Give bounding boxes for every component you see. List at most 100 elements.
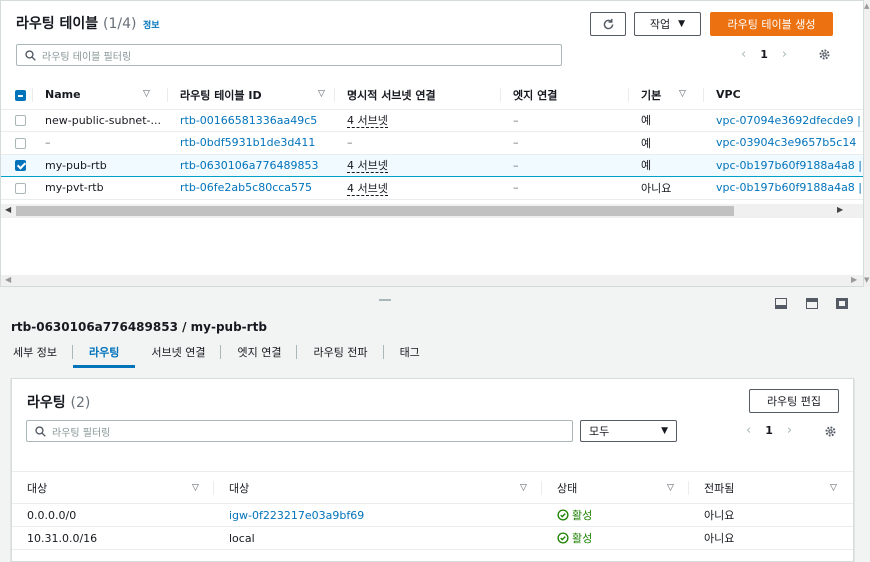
- routes-filter-input[interactable]: 라우팅 필터링: [26, 420, 573, 442]
- scroll-down-icon[interactable]: ▼: [864, 276, 869, 284]
- routes-table: 대상 ▽ 대상 ▽ 상태 ▽ 전파됨 ▽ 0.0.0.0/0 igw-0f223217e…: [12, 471, 853, 550]
- vpc-link[interactable]: vpc-0b197b60f9188a4a8 | r: [704, 176, 863, 200]
- caret-down-icon: ▼: [661, 426, 668, 436]
- row-name: –: [33, 131, 168, 155]
- column-header-edge[interactable]: 엣지 연결: [501, 81, 629, 110]
- table-row: 10.31.0.0/16 local 활성 아니요: [12, 526, 853, 550]
- page-number[interactable]: 1: [765, 424, 773, 437]
- sort-icon: ▽: [667, 483, 674, 493]
- column-header-subnets[interactable]: 명시적 서브넷 연결: [335, 81, 501, 110]
- row-checkbox[interactable]: [15, 137, 26, 149]
- row-name: my-pub-rtb: [33, 153, 168, 177]
- subnet-associations[interactable]: 4 서브넷: [347, 114, 388, 129]
- refresh-icon: [603, 18, 613, 29]
- route-table-id-link[interactable]: rtb-06fe2ab5c80cca575: [168, 176, 335, 200]
- routes-pagination: ‹ 1 ›: [746, 423, 792, 438]
- route-table-id-link[interactable]: rtb-00166581336aa49c5: [168, 109, 335, 132]
- actions-button[interactable]: 작업 ▼: [634, 12, 701, 36]
- refresh-button[interactable]: [590, 12, 626, 36]
- tab-route-propagation[interactable]: 라우팅 전파: [297, 340, 384, 368]
- route-destination: 10.31.0.0/16: [12, 526, 214, 550]
- sort-icon: ▽: [143, 89, 150, 99]
- scroll-left-icon[interactable]: ◀: [5, 205, 11, 214]
- tab-subnet-associations[interactable]: 서브넷 연결: [135, 340, 222, 368]
- route-propagated: 아니요: [689, 503, 853, 527]
- route-tables-panel: 라우팅 테이블 (1/4) 정보 작업 ▼ 라우팅 테이블 생성 라우팅 테이블…: [0, 0, 864, 287]
- search-icon: [35, 425, 46, 437]
- panel-horizontal-scrollbar[interactable]: ◀ ▶: [1, 275, 863, 286]
- column-header-vpc[interactable]: VPC: [704, 81, 863, 110]
- edit-routes-button[interactable]: 라우팅 편집: [749, 389, 839, 413]
- tab-edge-associations[interactable]: 엣지 연결: [221, 340, 298, 368]
- sort-icon: ▽: [520, 483, 527, 493]
- table-header: Name ▽ 라우팅 테이블 ID ▽ 명시적 서브넷 연결 엣지 연결 기본 ▽ V…: [1, 81, 863, 110]
- tab-details[interactable]: 세부 정보: [11, 340, 73, 368]
- route-target-link[interactable]: igw-0f223217e03a9bf69: [214, 503, 542, 527]
- table-row[interactable]: – rtb-0bdf5931b1de3d411 – – 예 vpc-03904c…: [1, 131, 863, 155]
- route-table-id-link[interactable]: rtb-0630106a776489853: [168, 153, 335, 177]
- table-header: 대상 ▽ 대상 ▽ 상태 ▽ 전파됨 ▽: [12, 471, 853, 504]
- vpc-link[interactable]: vpc-07094e3692dfecde9 | r: [704, 109, 863, 132]
- subnet-associations[interactable]: 4 서브넷: [347, 159, 388, 174]
- check-circle-icon: [557, 531, 569, 544]
- gear-icon[interactable]: [818, 48, 831, 61]
- sort-icon: ▽: [830, 483, 837, 493]
- column-header-propagated[interactable]: 전파됨 ▽: [689, 471, 853, 504]
- scroll-right-icon[interactable]: ▶: [837, 205, 843, 214]
- row-checkbox[interactable]: [15, 115, 26, 127]
- chevron-right-icon[interactable]: ›: [787, 423, 792, 438]
- select-all-checkbox[interactable]: [15, 89, 26, 101]
- row-name: new-public-subnet-...: [33, 109, 168, 132]
- route-propagated: 아니요: [689, 526, 853, 550]
- maximize-panel-icon[interactable]: [836, 298, 848, 309]
- detail-title: rtb-0630106a776489853 / my-pub-rtb: [11, 320, 267, 334]
- route-table-filter-input[interactable]: 라우팅 테이블 필터링: [16, 44, 562, 66]
- chevron-left-icon[interactable]: ‹: [746, 423, 751, 438]
- chevron-right-icon[interactable]: ›: [782, 47, 787, 62]
- routes-count: (2): [70, 395, 91, 411]
- column-header-id[interactable]: 라우팅 테이블 ID ▽: [168, 81, 335, 110]
- routes-panel: 라우팅 (2) 라우팅 편집 라우팅 필터링 모두 ▼ ‹ 1 › 대상 ▽ 대상…: [11, 378, 854, 562]
- sort-icon: ▽: [318, 89, 325, 99]
- row-checkbox[interactable]: [15, 182, 26, 194]
- route-filter-select[interactable]: 모두 ▼: [580, 420, 677, 442]
- main-flag: 예: [629, 153, 704, 177]
- scroll-up-icon[interactable]: ▲: [864, 2, 869, 10]
- column-header-target[interactable]: 대상 ▽: [214, 471, 542, 504]
- caret-down-icon: ▼: [678, 19, 686, 29]
- vpc-link[interactable]: vpc-03904c3e9657b5c14: [704, 131, 863, 155]
- route-tables-table: Name ▽ 라우팅 테이블 ID ▽ 명시적 서브넷 연결 엣지 연결 기본 ▽ V…: [1, 81, 863, 200]
- column-header-name[interactable]: Name ▽: [33, 81, 168, 110]
- check-circle-icon: [557, 508, 569, 521]
- split-bottom-icon[interactable]: [775, 298, 787, 309]
- table-row[interactable]: my-pvt-rtb rtb-06fe2ab5c80cca575 4 서브넷 –…: [1, 176, 863, 200]
- page-number[interactable]: 1: [760, 48, 768, 61]
- table-row-selected[interactable]: my-pub-rtb rtb-0630106a776489853 4 서브넷 –…: [1, 153, 863, 177]
- table-row[interactable]: new-public-subnet-... rtb-00166581336aa4…: [1, 109, 863, 132]
- edge-associations: –: [501, 109, 629, 132]
- tab-routes[interactable]: 라우팅: [72, 340, 136, 368]
- split-top-icon[interactable]: [806, 298, 818, 309]
- sort-icon: ▽: [679, 89, 686, 99]
- row-checkbox-checked[interactable]: [15, 160, 26, 172]
- table-row: 0.0.0.0/0 igw-0f223217e03a9bf69 활성 아니요: [12, 503, 853, 527]
- vpc-link[interactable]: vpc-0b197b60f9188a4a8 | r: [704, 153, 863, 177]
- column-header-destination[interactable]: 대상 ▽: [12, 471, 214, 504]
- create-route-table-button[interactable]: 라우팅 테이블 생성: [710, 12, 833, 36]
- pagination: ‹ 1 ›: [741, 47, 787, 62]
- scroll-left-icon[interactable]: ◀: [5, 275, 11, 284]
- chevron-left-icon[interactable]: ‹: [741, 47, 746, 62]
- edge-associations: –: [501, 131, 629, 155]
- tab-tags[interactable]: 태그: [384, 340, 436, 368]
- gear-icon[interactable]: [824, 425, 837, 438]
- table-horizontal-scrollbar[interactable]: ◀ ▶: [1, 204, 863, 218]
- route-table-id-link[interactable]: rtb-0bdf5931b1de3d411: [168, 131, 335, 155]
- subnet-associations[interactable]: 4 서브넷: [347, 181, 388, 196]
- vertical-scrollbar[interactable]: ▲ ▼: [864, 0, 870, 287]
- column-header-status[interactable]: 상태 ▽: [542, 471, 689, 504]
- info-link[interactable]: 정보: [143, 18, 160, 31]
- resize-handle[interactable]: [379, 299, 391, 301]
- scrollbar-thumb[interactable]: [16, 206, 734, 216]
- scroll-right-icon[interactable]: ▶: [851, 275, 857, 284]
- column-header-main[interactable]: 기본 ▽: [629, 81, 704, 110]
